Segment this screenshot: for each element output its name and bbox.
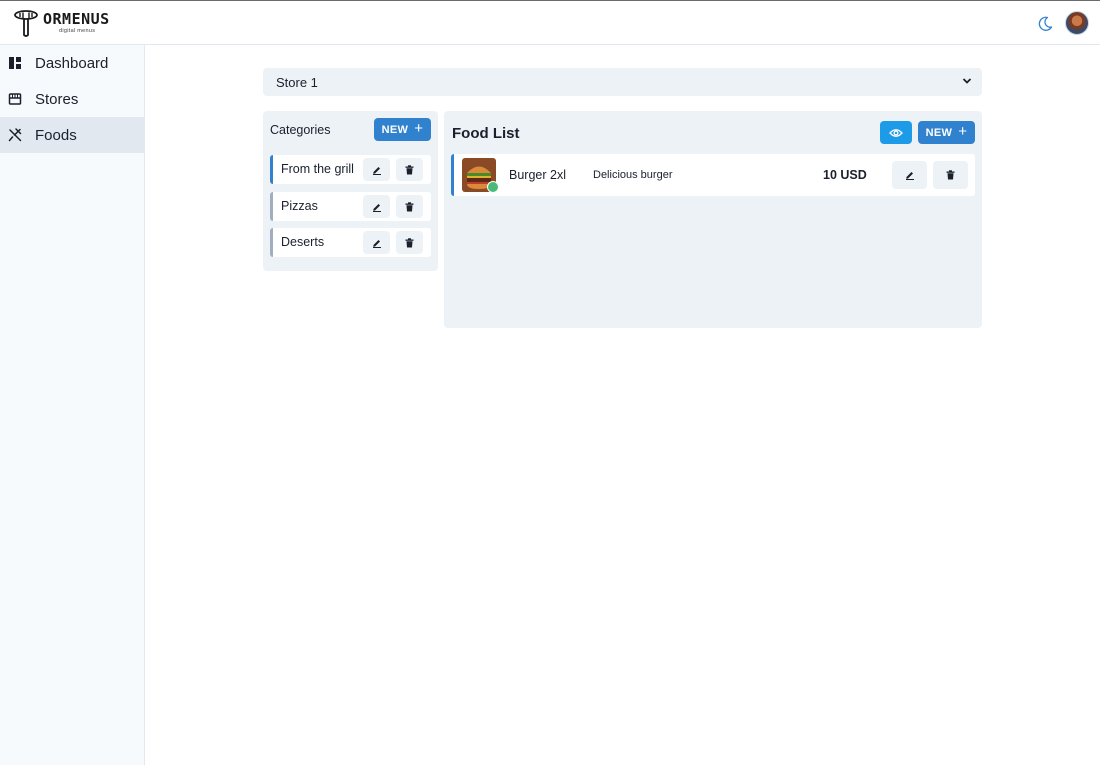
- edit-food-button[interactable]: [892, 161, 927, 189]
- new-category-label: NEW: [381, 123, 409, 136]
- trash-icon: [405, 237, 414, 247]
- store-icon: [8, 93, 22, 105]
- food-list-title: Food List: [452, 125, 520, 142]
- delete-category-button[interactable]: [396, 195, 423, 218]
- food-price: 10 USD: [823, 168, 867, 182]
- top-header: ORMENUS digital menus: [0, 0, 1100, 45]
- edit-category-button[interactable]: [363, 231, 390, 254]
- sidebar-item-label: Stores: [35, 90, 79, 108]
- store-select[interactable]: Store 1: [263, 68, 982, 96]
- food-description: Delicious burger: [593, 169, 673, 181]
- food-row[interactable]: Burger 2xl Delicious burger 10 USD: [451, 154, 975, 196]
- trash-icon: [405, 201, 414, 211]
- delete-food-button[interactable]: [933, 161, 968, 189]
- utensils-icon: [8, 128, 22, 142]
- plus-icon: +: [414, 120, 424, 137]
- food-list-panel: Food List NEW + Burger 2xl Delicious bur…: [444, 111, 982, 328]
- pencil-icon: [372, 166, 381, 175]
- sidebar: Dashboard Stores Foods: [0, 45, 145, 765]
- category-item-from-the-grill[interactable]: From the grill: [270, 155, 431, 184]
- trash-icon: [405, 164, 414, 174]
- fork-logo-icon: [14, 10, 38, 37]
- app-logo[interactable]: ORMENUS digital menus: [13, 7, 123, 39]
- logo-tagline: digital menus: [59, 28, 96, 34]
- categories-title: Categories: [270, 123, 331, 137]
- pencil-icon: [372, 239, 381, 248]
- sidebar-item-label: Foods: [35, 126, 77, 144]
- sidebar-item-stores[interactable]: Stores: [0, 81, 144, 117]
- status-badge: [487, 181, 499, 193]
- pencil-icon: [905, 172, 914, 180]
- user-avatar[interactable]: [1065, 11, 1089, 35]
- dashboard-icon: [9, 57, 21, 69]
- moon-icon[interactable]: [1036, 15, 1054, 33]
- pencil-icon: [372, 203, 381, 212]
- category-label: From the grill: [281, 162, 354, 176]
- food-name: Burger 2xl: [509, 168, 566, 182]
- delete-category-button[interactable]: [396, 158, 423, 181]
- sidebar-item-dashboard[interactable]: Dashboard: [0, 45, 144, 81]
- eye-icon: [889, 128, 903, 137]
- edit-category-button[interactable]: [363, 195, 390, 218]
- new-category-button[interactable]: NEW +: [374, 118, 431, 141]
- delete-category-button[interactable]: [396, 231, 423, 254]
- store-select-value: Store 1: [276, 75, 318, 90]
- edit-category-button[interactable]: [363, 158, 390, 181]
- category-label: Deserts: [281, 235, 325, 249]
- sidebar-item-label: Dashboard: [35, 54, 109, 72]
- category-label: Pizzas: [281, 199, 318, 213]
- category-item-deserts[interactable]: Deserts: [270, 228, 431, 257]
- sidebar-item-foods[interactable]: Foods: [0, 117, 144, 153]
- categories-panel: Categories NEW + From the grill Pizzas D…: [263, 111, 438, 271]
- category-item-pizzas[interactable]: Pizzas: [270, 192, 431, 221]
- trash-icon: [946, 170, 955, 180]
- new-food-button[interactable]: NEW +: [918, 121, 975, 144]
- plus-icon: +: [958, 123, 968, 140]
- chevron-down-icon: [962, 78, 972, 84]
- logo-wordmark: ORMENUS: [43, 10, 110, 28]
- preview-menu-button[interactable]: [880, 121, 912, 144]
- new-food-label: NEW: [925, 126, 953, 139]
